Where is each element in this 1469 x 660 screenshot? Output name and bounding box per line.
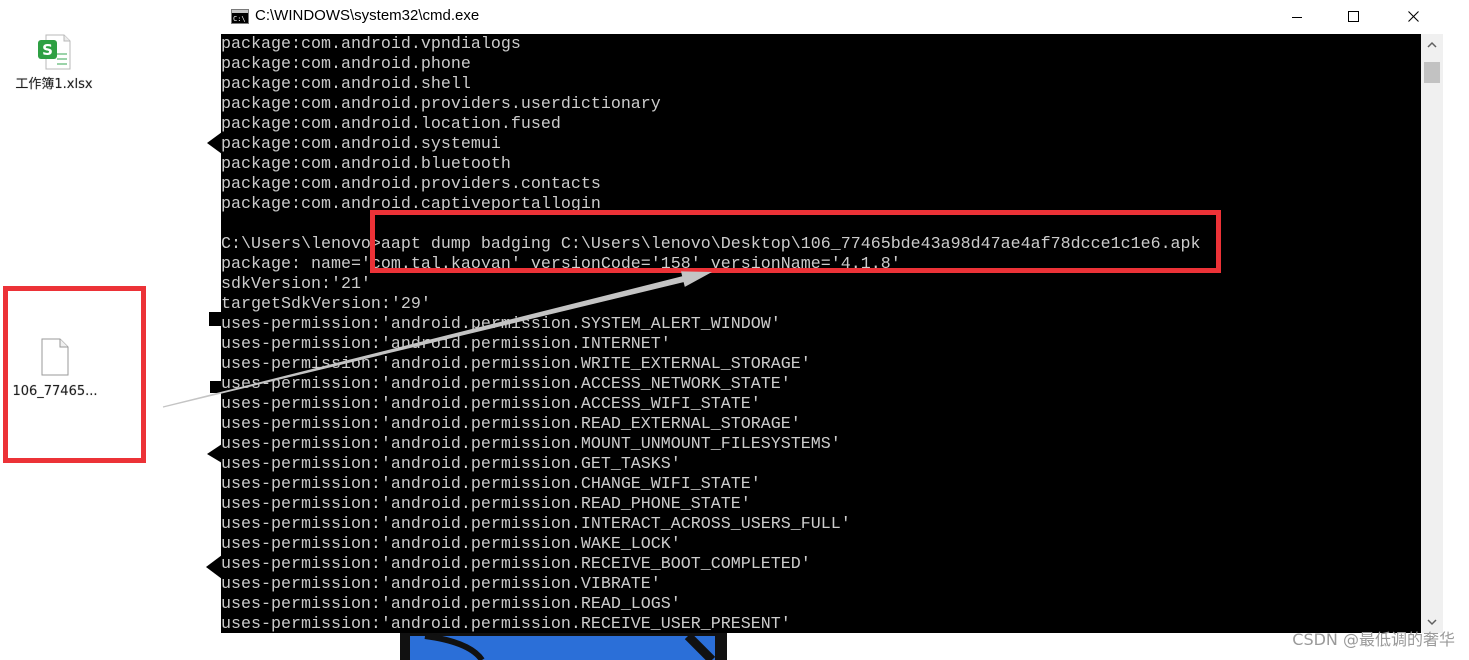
console-line: package:com.android.vpndialogs: [221, 35, 521, 54]
console-lines: package:com.android.vpndialogs package:c…: [221, 34, 1421, 633]
maximize-icon: [1347, 11, 1359, 22]
console-line: uses-permission:'android.permission.ACCE…: [221, 395, 761, 414]
console-line: sdkVersion:'21': [221, 275, 371, 294]
console-line: package:com.android.bluetooth: [221, 155, 511, 174]
left-edge-fragment: [207, 444, 222, 463]
console-line: package:com.android.shell: [221, 75, 471, 94]
console-line: uses-permission:'android.permission.RECE…: [221, 615, 791, 633]
cmd-icon-text: C:\: [233, 15, 246, 23]
console-line: targetSdkVersion:'29': [221, 295, 431, 314]
console-line: uses-permission:'android.permission.READ…: [221, 495, 751, 514]
console-line: package:com.android.providers.contacts: [221, 175, 601, 194]
annotation-box-file: [3, 286, 146, 463]
spreadsheet-badge: S: [42, 41, 53, 59]
console-line: uses-permission:'android.permission.READ…: [221, 595, 681, 614]
scroll-up-button[interactable]: [1421, 34, 1443, 54]
console-line: uses-permission:'android.permission.MOUN…: [221, 435, 841, 454]
console-output[interactable]: package:com.android.vpndialogs package:c…: [221, 34, 1421, 633]
cmd-icon: C:\: [231, 9, 249, 24]
vertical-scrollbar[interactable]: [1421, 34, 1443, 633]
left-edge-fragment: [207, 132, 222, 154]
close-icon: [1407, 11, 1419, 22]
chevron-up-icon: [1427, 41, 1437, 48]
window-title: C:\WINDOWS\system32\cmd.exe: [255, 7, 480, 24]
console-line: uses-permission:'android.permission.CHAN…: [221, 475, 761, 494]
minimize-icon: [1292, 16, 1302, 18]
spreadsheet-file-icon: S: [38, 34, 71, 70]
title-bar[interactable]: C:\ C:\WINDOWS\system32\cmd.exe: [221, 0, 1443, 34]
maximize-button[interactable]: [1326, 0, 1380, 33]
console-line: uses-permission:'android.permission.VIBR…: [221, 575, 661, 594]
console-line: package:com.android.phone: [221, 55, 471, 74]
console-line: package:com.android.systemui: [221, 135, 501, 154]
minimize-button[interactable]: [1270, 0, 1324, 33]
watermark: CSDN @最低调的奢华: [1292, 630, 1455, 649]
console-line: uses-permission:'android.permission.GET_…: [221, 455, 681, 474]
console-line: package:com.android.providers.userdictio…: [221, 95, 661, 114]
close-button[interactable]: [1384, 0, 1442, 33]
desktop-icon-spreadsheet[interactable]: S 工作簿1.xlsx: [4, 33, 104, 93]
console-line: package:com.android.location.fused: [221, 115, 561, 134]
console-line: uses-permission:'android.permission.INTE…: [221, 515, 851, 534]
annotation-box-command: [370, 210, 1221, 273]
chevron-down-icon: [1427, 619, 1437, 626]
console-line: uses-permission:'android.permission.SYST…: [221, 315, 781, 334]
console-line: uses-permission:'android.permission.ACCE…: [221, 375, 791, 394]
desktop-icon-label: 工作簿1.xlsx: [15, 77, 93, 92]
console-line: uses-permission:'android.permission.READ…: [221, 415, 801, 434]
scrollbar-thumb[interactable]: [1424, 62, 1440, 83]
console-line: uses-permission:'android.permission.WRIT…: [221, 355, 811, 374]
console-line: uses-permission:'android.permission.RECE…: [221, 555, 811, 574]
left-edge-fragment: [206, 555, 222, 579]
background-window-fragment: [400, 632, 727, 660]
cmd-window[interactable]: C:\ C:\WINDOWS\system32\cmd.exe package:…: [221, 0, 1443, 633]
console-line: uses-permission:'android.permission.INTE…: [221, 335, 671, 354]
console-line: uses-permission:'android.permission.WAKE…: [221, 535, 681, 554]
